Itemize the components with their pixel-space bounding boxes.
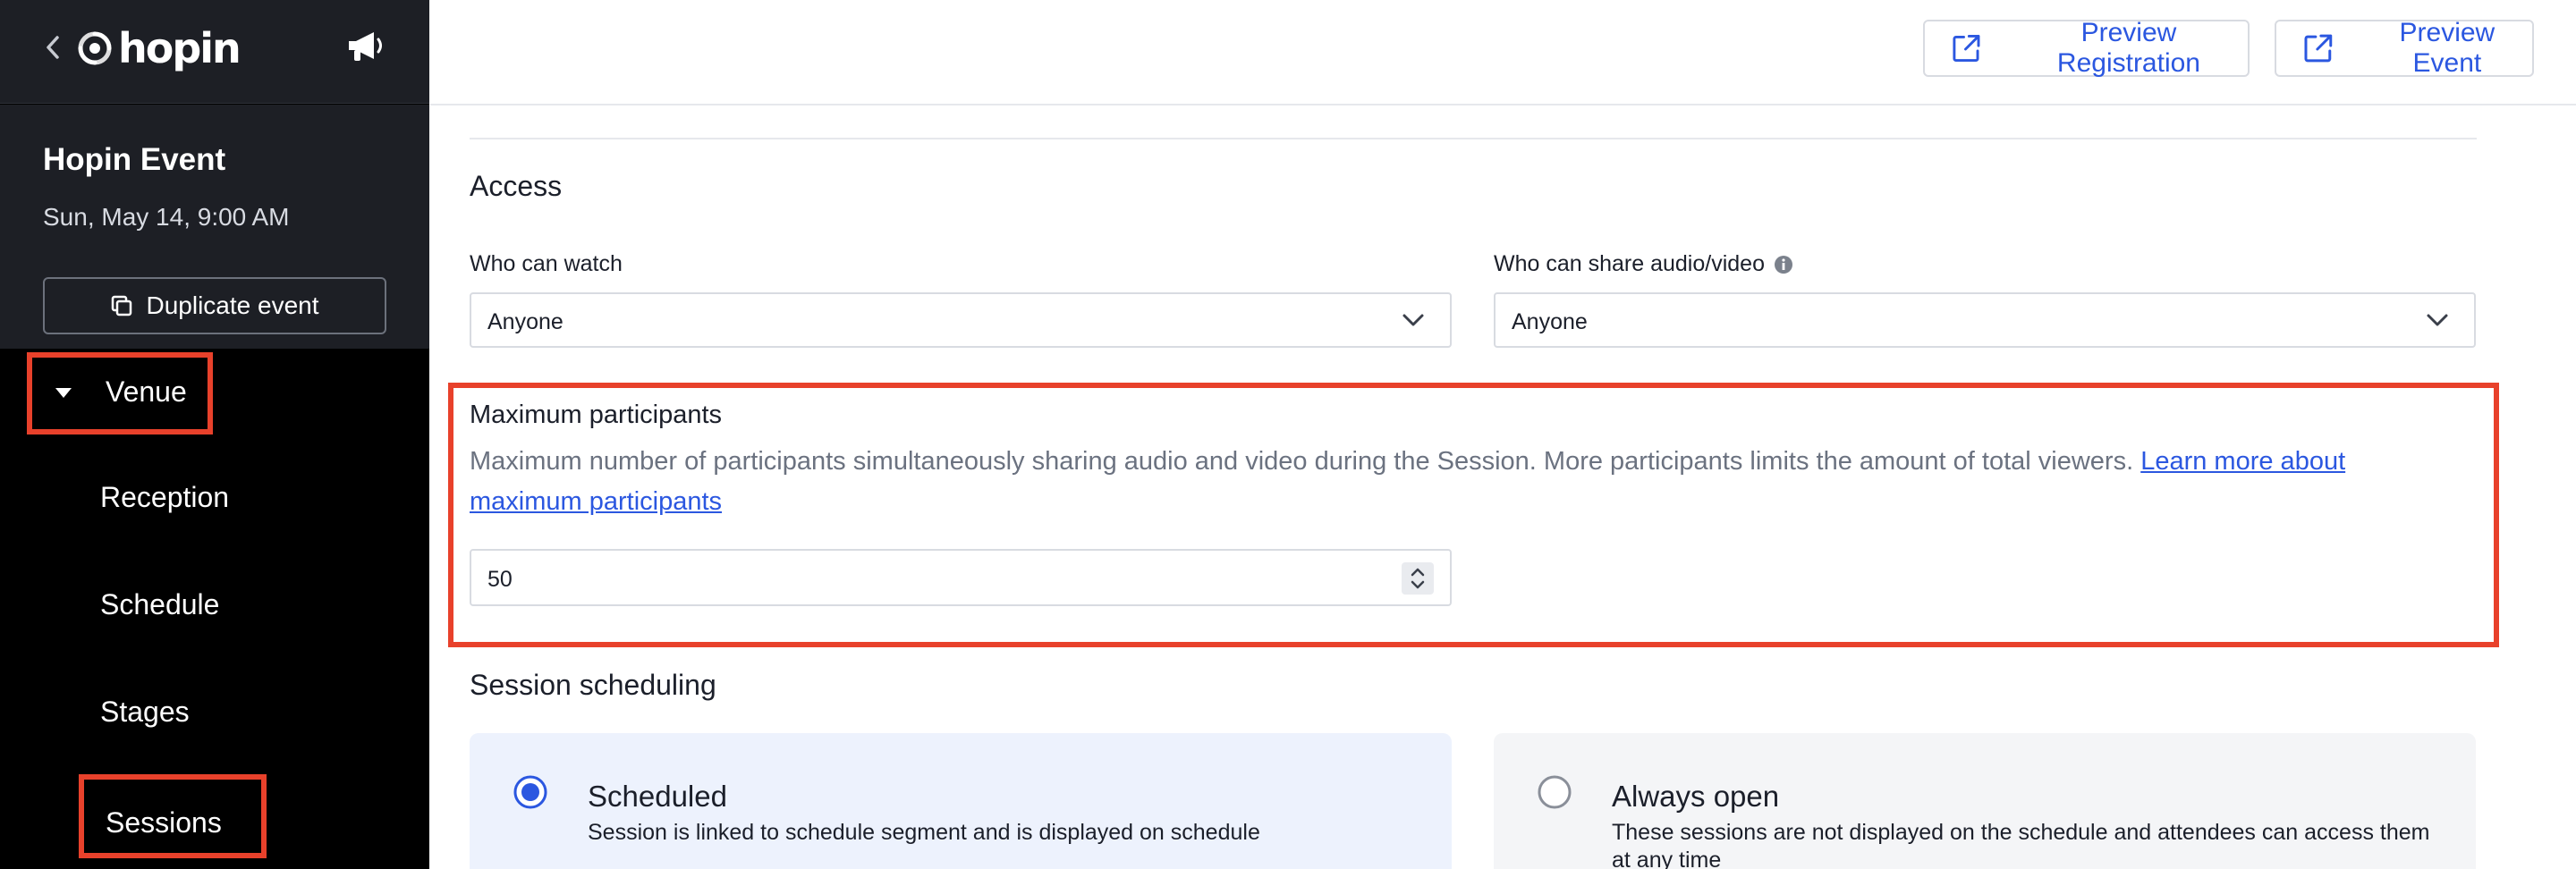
max-participants-title: Maximum participants (470, 401, 723, 429)
event-date: Sun, May 14, 9:00 AM (43, 203, 290, 231)
who-can-share-select[interactable]: Anyone (1494, 292, 2476, 348)
preview-registration-button[interactable]: Preview Registration (1923, 18, 2250, 78)
brand-name: hopin (118, 24, 242, 72)
duplicate-event-label: Duplicate event (146, 291, 319, 319)
preview-event-label: Preview Event (2399, 18, 2496, 78)
preview-registration-label: Preview Registration (2056, 18, 2200, 78)
radio-unselected-icon[interactable] (1537, 774, 1572, 810)
external-link-icon (2304, 34, 2333, 63)
always-open-option-description: These sessions are not displayed on the … (1612, 820, 2430, 869)
always-open-option-card[interactable]: Always open These sessions are not displ… (1494, 733, 2476, 869)
who-can-share-label-text: Who can share audio/video (1494, 251, 1765, 276)
brand-bar: hopin (0, 0, 429, 104)
who-can-watch-value: Anyone (487, 309, 564, 334)
chevron-left-icon[interactable] (41, 32, 64, 63)
session-scheduling-title: Session scheduling (470, 669, 716, 701)
top-bar: Preview Registration Preview Event (430, 0, 2576, 105)
megaphone-icon[interactable] (343, 27, 388, 66)
radio-selected-icon[interactable] (513, 774, 548, 810)
who-can-watch-label-text: Who can watch (470, 251, 623, 276)
external-link-icon (1953, 35, 1980, 62)
sidebar-item-label: Sessions (106, 806, 222, 839)
info-icon[interactable] (1774, 255, 1793, 274)
preview-event-button[interactable]: Preview Event (2275, 18, 2534, 78)
sidebar-item-sessions[interactable]: Sessions (79, 774, 267, 858)
who-can-share-value: Anyone (1512, 309, 1588, 334)
section-divider (470, 138, 2477, 139)
max-participants-description-text: Maximum number of participants simultane… (470, 447, 2134, 476)
event-panel: Hopin Event Sun, May 14, 9:00 AM Duplica… (0, 105, 429, 349)
chevron-down-icon (1402, 314, 1424, 326)
who-can-watch-select[interactable]: Anyone (470, 292, 1452, 348)
max-participants-value: 50 (487, 567, 513, 592)
copy-icon (112, 295, 132, 316)
sidebar-item-schedule[interactable]: Schedule (100, 588, 219, 621)
sidebar-item-venue[interactable]: Venue (27, 352, 213, 434)
event-name: Hopin Event (43, 142, 226, 177)
hopin-logo-mark-icon (78, 31, 112, 65)
who-can-watch-label: Who can watch (470, 251, 623, 277)
sidebar-item-stages[interactable]: Stages (100, 696, 190, 729)
max-participants-input[interactable]: 50 (470, 549, 1452, 606)
who-can-share-label: Who can share audio/video (1494, 251, 1793, 277)
max-participants-description: Maximum number of participants simultane… (470, 442, 2464, 522)
always-open-option-title: Always open (1612, 780, 1780, 813)
stepper-icon[interactable] (1402, 562, 1434, 595)
scheduled-option-title: Scheduled (588, 780, 727, 813)
access-title: Access (470, 170, 563, 202)
sidebar-item-label: Venue (106, 375, 187, 408)
scheduled-option-card[interactable]: Scheduled Session is linked to schedule … (470, 733, 1452, 869)
caret-down-icon (55, 388, 72, 398)
hopin-logo: hopin (77, 23, 242, 73)
chevron-down-icon (2427, 314, 2448, 326)
sidebar-item-reception[interactable]: Reception (100, 481, 229, 514)
sidebar: hopin Hopin Event Sun, May 14, 9:00 AM D… (0, 0, 429, 869)
scheduled-option-description: Session is linked to schedule segment an… (588, 820, 1260, 845)
duplicate-event-button[interactable]: Duplicate event (43, 277, 386, 334)
